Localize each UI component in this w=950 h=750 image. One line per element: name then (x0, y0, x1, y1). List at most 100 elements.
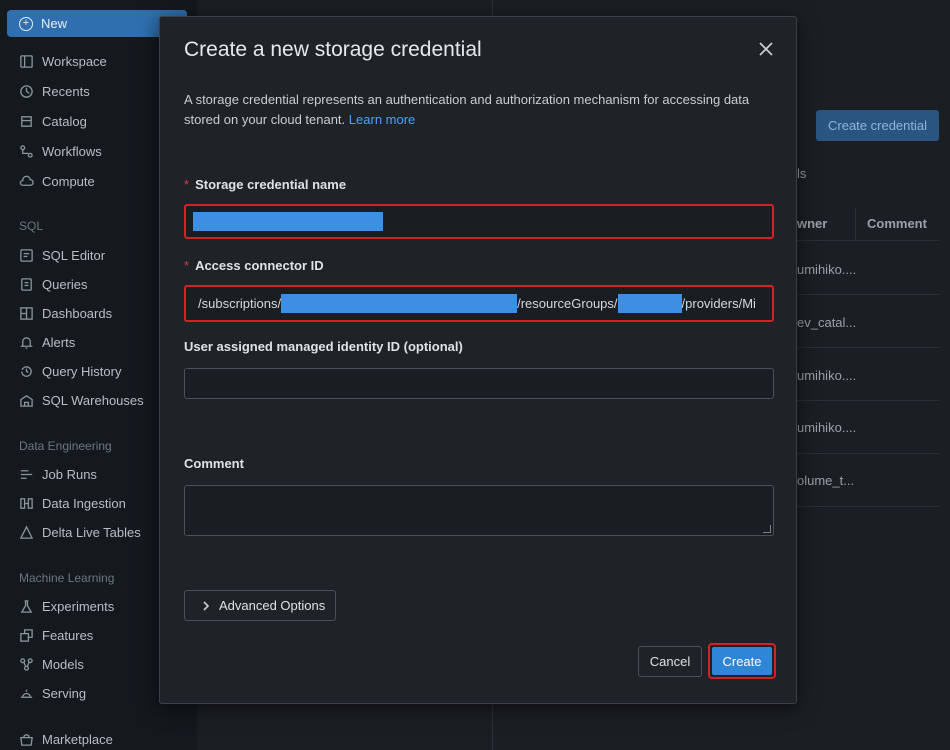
learn-more-link[interactable]: Learn more (349, 112, 415, 127)
close-icon (759, 42, 773, 56)
connector-value-part: /subscriptions/ (198, 296, 282, 311)
sidebar-item-delta-live-tables[interactable]: Delta Live Tables (18, 522, 141, 542)
sidebar-item-label: Queries (42, 276, 88, 292)
comment-label: Comment (184, 456, 244, 471)
connector-value-part: /providers/Mi (681, 296, 756, 311)
sidebar-item-label: Dashboards (42, 305, 113, 321)
create-button[interactable]: Create (712, 647, 772, 675)
workflows-icon (18, 143, 34, 159)
flask-icon (18, 598, 34, 614)
job-runs-icon (18, 466, 34, 482)
table-row[interactable]: ev_catal... (797, 315, 856, 330)
cloud-icon (18, 173, 34, 189)
cancel-button[interactable]: Cancel (638, 646, 702, 677)
sidebar-item-queries[interactable]: Queries (18, 274, 88, 294)
sidebar-item-serving[interactable]: Serving (18, 683, 86, 703)
dialog-description: A storage credential represents an authe… (184, 90, 774, 130)
redacted-value (617, 294, 682, 313)
dialog-title: Create a new storage credential (184, 38, 482, 61)
sidebar-item-recents[interactable]: Recents (18, 81, 90, 101)
chevron-right-icon (203, 600, 210, 611)
dashboards-icon (18, 305, 34, 321)
sidebar-item-features[interactable]: Features (18, 625, 93, 645)
sidebar-item-models[interactable]: Models (18, 654, 84, 674)
sidebar-item-workflows[interactable]: Workflows (18, 141, 102, 161)
section-sql: SQL (19, 219, 44, 233)
clock-icon (18, 83, 34, 99)
create-credential-button[interactable]: Create credential (816, 110, 939, 141)
comment-textarea[interactable] (184, 485, 774, 536)
sidebar-item-label: SQL Warehouses (42, 392, 144, 408)
advanced-options-label: Advanced Options (219, 598, 326, 613)
connector-label-text: Access connector ID (195, 258, 324, 273)
table-row[interactable]: umihiko.... (797, 420, 856, 435)
sidebar-item-label: Workspace (42, 53, 107, 69)
section-data-engineering: Data Engineering (19, 439, 112, 453)
description-text: A storage credential represents an authe… (184, 92, 750, 127)
marketplace-icon (18, 731, 34, 747)
sidebar-item-experiments[interactable]: Experiments (18, 596, 114, 616)
sidebar-item-label: Delta Live Tables (42, 524, 141, 540)
bell-icon (18, 334, 34, 350)
sidebar-item-sql-warehouses[interactable]: SQL Warehouses (18, 390, 144, 410)
sidebar-item-catalog[interactable]: Catalog (18, 111, 87, 131)
sidebar-item-label: Serving (42, 685, 87, 701)
sidebar-item-label: Catalog (42, 113, 87, 129)
history-icon (18, 363, 34, 379)
sidebar-item-data-ingestion[interactable]: Data Ingestion (18, 493, 126, 513)
section-machine-learning: Machine Learning (19, 571, 115, 585)
plus-icon: + (19, 16, 33, 31)
queries-icon (18, 276, 34, 292)
table-row[interactable]: umihiko.... (797, 368, 856, 383)
column-header-comment: Comment (867, 216, 927, 231)
redacted-value (193, 212, 383, 231)
sidebar-item-workspace[interactable]: Workspace (18, 51, 107, 71)
access-connector-id-input[interactable]: /subscriptions/ /resourceGroups/ /provid… (184, 285, 774, 322)
sql-editor-icon (18, 247, 34, 263)
row-divider (797, 347, 939, 348)
warehouse-icon (18, 392, 34, 408)
new-button-label: New (41, 16, 68, 31)
close-button[interactable] (756, 39, 776, 59)
serving-icon (18, 685, 34, 701)
connector-value-part: /resourceGroups/ (517, 296, 618, 311)
storage-credential-name-input[interactable] (184, 204, 774, 239)
sidebar-item-label: Query History (42, 363, 122, 379)
sidebar-item-label: Workflows (42, 143, 102, 159)
sidebar-item-label: Models (42, 656, 84, 672)
resize-handle[interactable] (763, 525, 771, 533)
create-button-highlight: Create (708, 643, 776, 679)
sidebar-item-label: Experiments (42, 598, 115, 614)
sidebar-item-sql-editor[interactable]: SQL Editor (18, 245, 105, 265)
sidebar-item-query-history[interactable]: Query History (18, 361, 121, 381)
connector-label: * Access connector ID (184, 258, 324, 273)
section-heading-fragment: ls (797, 166, 807, 181)
row-divider (797, 240, 939, 241)
sidebar-item-label: SQL Editor (42, 247, 106, 263)
sidebar-item-dashboards[interactable]: Dashboards (18, 303, 112, 323)
create-storage-credential-dialog: Create a new storage credential A storag… (159, 16, 797, 704)
table-row[interactable]: olume_t... (797, 473, 854, 488)
sidebar-item-label: Compute (42, 173, 95, 189)
features-icon (18, 627, 34, 643)
sidebar-item-alerts[interactable]: Alerts (18, 332, 75, 352)
column-header-owner: wner (797, 216, 828, 231)
sidebar-item-marketplace[interactable]: Marketplace (18, 729, 113, 749)
sidebar-item-label: Job Runs (42, 466, 97, 482)
name-label-text: Storage credential name (195, 177, 347, 192)
table-row[interactable]: umihiko.... (797, 262, 856, 277)
delta-icon (18, 524, 34, 540)
row-divider (797, 506, 939, 507)
sidebar-item-label: Data Ingestion (42, 495, 126, 511)
row-divider (797, 453, 939, 454)
sidebar-item-compute[interactable]: Compute (18, 171, 95, 191)
required-marker: * (184, 258, 190, 273)
advanced-options-button[interactable]: Advanced Options (184, 590, 336, 621)
name-label: * Storage credential name (184, 177, 346, 192)
row-divider (797, 294, 939, 295)
row-divider (797, 400, 939, 401)
sidebar-item-job-runs[interactable]: Job Runs (18, 464, 97, 484)
catalog-icon (18, 113, 34, 129)
identity-label: User assigned managed identity ID (optio… (184, 339, 463, 354)
managed-identity-input[interactable] (184, 368, 774, 399)
